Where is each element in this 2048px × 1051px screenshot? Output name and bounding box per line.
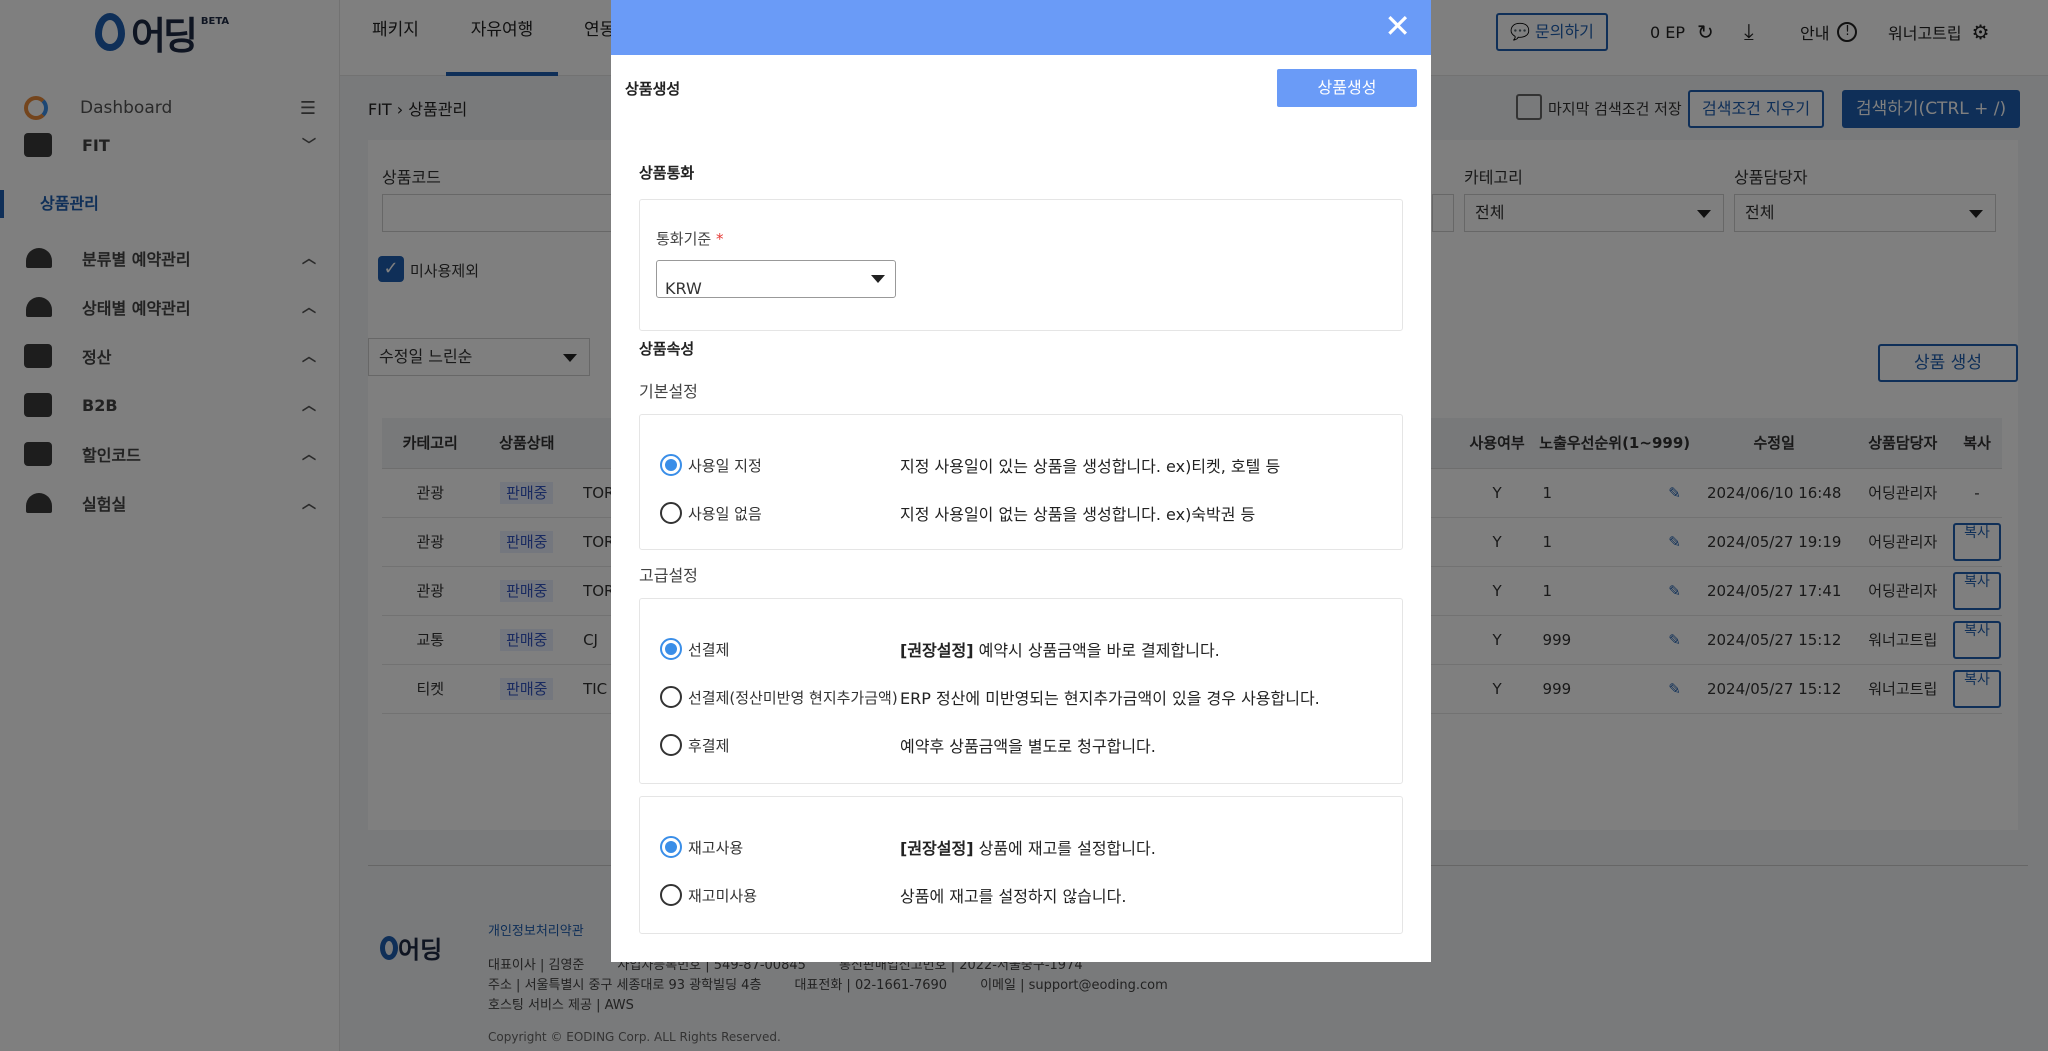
radio-button[interactable] [660,734,682,756]
radio-button[interactable] [660,502,682,524]
basic-settings-box: 사용일 지정 지정 사용일이 있는 상품을 생성합니다. ex)티켓, 호텔 등… [639,414,1403,550]
modal-create-button[interactable]: 상품생성 [1277,69,1417,107]
currency-label: 통화기준 * [656,228,723,249]
radio-no-date[interactable]: 사용일 없음 [660,499,762,527]
radio-prepay[interactable]: 선결제 [660,635,729,663]
radio-label: 사용일 없음 [688,504,762,523]
radio-label: 후결제 [688,736,730,755]
radio-no-stock[interactable]: 재고미사용 [660,881,757,909]
radio-button-checked[interactable] [660,638,682,660]
radio-use-date-desc: 지정 사용일이 있는 상품을 생성합니다. ex)티켓, 호텔 등 [900,457,1281,476]
radio-no-stock-desc: 상품에 재고를 설정하지 않습니다. [900,887,1127,906]
currency-section-title: 상품통화 [639,164,695,182]
close-icon[interactable]: ✕ [1384,10,1411,42]
basic-settings-title: 기본설정 [639,382,698,401]
create-product-modal: ✕ 상품생성 상품생성 상품통화 통화기준 * KRW 상품속성 기본설정 사용… [611,0,1431,962]
desc-text: 상품에 재고를 설정합니다. [973,839,1156,858]
caret-down-icon [871,275,885,283]
modal-title: 상품생성 [625,80,681,98]
recommended-tag: [권장설정] [900,641,974,660]
radio-button[interactable] [660,686,682,708]
stock-settings-box: 재고사용 [권장설정] 상품에 재고를 설정합니다. 재고미사용 상품에 재고를… [639,796,1403,934]
radio-prepay-local-extra-desc: ERP 정산에 미반영되는 현지추가금액이 있을 경우 사용합니다. [900,689,1320,708]
required-marker: * [715,230,724,248]
radio-prepay-desc: [권장설정] 예약시 상품금액을 바로 결제합니다. [900,637,1220,661]
desc-text: 예약시 상품금액을 바로 결제합니다. [973,641,1220,660]
radio-label: 재고사용 [688,838,744,857]
radio-button-checked[interactable] [660,454,682,476]
currency-value: KRW [665,279,702,298]
radio-button-checked[interactable] [660,836,682,858]
currency-select[interactable]: KRW [656,260,896,298]
radio-prepay-local-extra[interactable]: 선결제(정산미반영 현지추가금액) [660,683,898,711]
recommended-tag: [권장설정] [900,839,974,858]
advanced-settings-title: 고급설정 [639,566,698,585]
payment-settings-box: 선결제 [권장설정] 예약시 상품금액을 바로 결제합니다. 선결제(정산미반영… [639,598,1403,784]
radio-postpay[interactable]: 후결제 [660,731,729,759]
radio-postpay-desc: 예약후 상품금액을 별도로 청구합니다. [900,737,1156,756]
modal-header: ✕ [611,0,1431,55]
radio-label: 재고미사용 [688,886,758,905]
attr-section-title: 상품속성 [639,340,695,358]
currency-label-text: 통화기준 [656,230,712,248]
radio-no-date-desc: 지정 사용일이 없는 상품을 생성합니다. ex)숙박권 등 [900,505,1256,524]
currency-box: 통화기준 * KRW [639,199,1403,331]
radio-button[interactable] [660,884,682,906]
radio-label: 사용일 지정 [688,456,762,475]
radio-label: 선결제(정산미반영 현지추가금액) [688,688,898,707]
radio-use-stock[interactable]: 재고사용 [660,833,743,861]
radio-use-date[interactable]: 사용일 지정 [660,451,762,479]
radio-use-stock-desc: [권장설정] 상품에 재고를 설정합니다. [900,835,1156,859]
radio-label: 선결제 [688,640,730,659]
